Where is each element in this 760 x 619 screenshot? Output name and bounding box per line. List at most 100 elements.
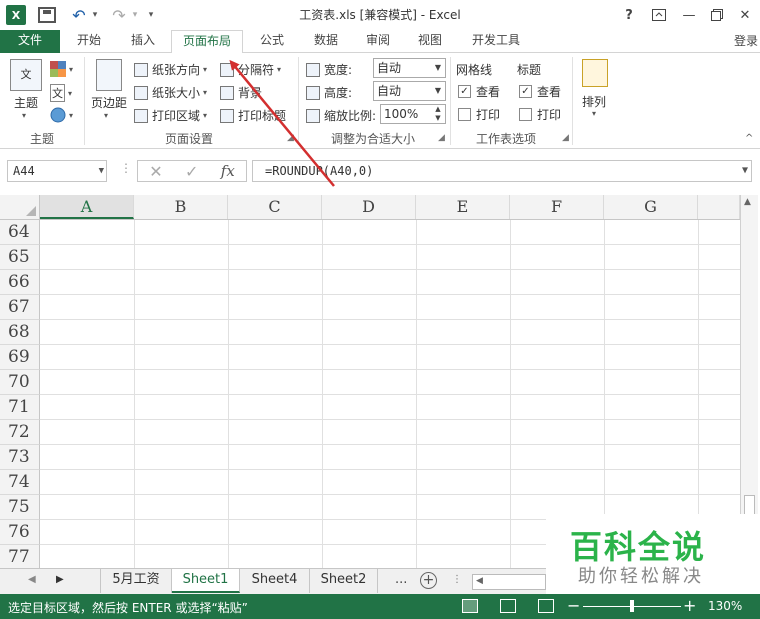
tab-file[interactable]: 文件 <box>0 30 60 53</box>
margins-icon[interactable] <box>96 59 122 91</box>
arrange-dropdown-icon[interactable]: ▾ <box>592 109 596 118</box>
row-header[interactable]: 66 <box>0 270 40 295</box>
row-header[interactable]: 74 <box>0 470 40 495</box>
maximize-icon[interactable] <box>706 4 728 26</box>
print-titles-label: 打印标题 <box>238 109 287 123</box>
row-header[interactable]: 77 <box>0 545 40 568</box>
expand-formula-icon[interactable]: ▼ <box>742 161 748 181</box>
row-header[interactable]: 68 <box>0 320 40 345</box>
tab-data[interactable]: 数据 <box>302 30 350 53</box>
sheet-options-launcher-icon[interactable]: ◢ <box>562 133 569 143</box>
row-header[interactable]: 69 <box>0 345 40 370</box>
help-button[interactable]: ? <box>618 4 640 26</box>
column-header-h-partial[interactable] <box>698 195 740 219</box>
tab-review[interactable]: 审阅 <box>354 30 402 53</box>
margins-button[interactable]: 页边距 <box>91 94 127 111</box>
zoom-level[interactable]: 130% <box>708 599 742 613</box>
formula-input[interactable]: =ROUNDUP(A40,0) ▼ <box>252 160 752 182</box>
scroll-left-icon[interactable]: ◀ <box>476 576 483 586</box>
scroll-up-icon[interactable]: ▲ <box>744 197 751 207</box>
theme-effects-button[interactable]: ▾ <box>50 107 73 123</box>
sheet-tab-sheet4[interactable]: Sheet4 <box>240 569 310 593</box>
tab-insert[interactable]: 插入 <box>118 30 168 53</box>
select-all-corner[interactable] <box>0 195 40 219</box>
zoom-slider-thumb[interactable] <box>630 600 634 612</box>
horizontal-scrollbar[interactable]: ◀ <box>472 574 546 590</box>
zoom-in-icon[interactable]: + <box>683 596 696 615</box>
row-header[interactable]: 70 <box>0 370 40 395</box>
scale-spin-icon[interactable]: ▲ ▼ <box>431 105 445 123</box>
page-layout-view-icon[interactable] <box>500 599 516 613</box>
print-titles-button[interactable]: 打印标题 <box>220 107 286 124</box>
scale-fit-launcher-icon[interactable]: ◢ <box>438 133 445 143</box>
enter-icon[interactable]: ✓ <box>185 162 198 181</box>
row-header[interactable]: 65 <box>0 245 40 270</box>
sheet-tab-may-salary[interactable]: 5月工资 <box>100 569 172 593</box>
tab-home[interactable]: 开始 <box>64 30 114 53</box>
tab-split-grip-icon[interactable]: ⋮ <box>452 574 462 585</box>
theme-colors-button[interactable]: ▾ <box>50 61 73 77</box>
column-header-b[interactable]: B <box>134 195 228 219</box>
more-sheets-button[interactable]: ... <box>395 572 407 587</box>
name-box[interactable]: A44 ▼ <box>7 160 107 182</box>
headings-print-checkbox[interactable]: 打印 <box>519 106 561 123</box>
themes-dropdown-icon[interactable]: ▾ <box>22 111 26 120</box>
column-header-f[interactable]: F <box>510 195 604 219</box>
row-header[interactable]: 75 <box>0 495 40 520</box>
row-header[interactable]: 73 <box>0 445 40 470</box>
arrange-icon[interactable] <box>582 59 608 87</box>
tab-view[interactable]: 视图 <box>406 30 454 53</box>
row-header[interactable]: 72 <box>0 420 40 445</box>
size-button[interactable]: 纸张大小 ▾ <box>134 84 207 101</box>
zoom-out-icon[interactable]: − <box>567 596 580 615</box>
name-box-dropdown-icon[interactable]: ▼ <box>99 161 104 181</box>
tab-page-layout[interactable]: 页面布局 <box>171 30 243 54</box>
row-header[interactable]: 76 <box>0 520 40 545</box>
sheet-tab-sheet2[interactable]: Sheet2 <box>310 569 378 593</box>
row-header[interactable]: 67 <box>0 295 40 320</box>
vertical-scrollbar[interactable]: ▲ ▼ <box>740 195 758 568</box>
ribbon-display-icon[interactable] <box>648 4 670 26</box>
breaks-button[interactable]: 分隔符 ▾ <box>220 61 281 78</box>
width-dropdown-icon[interactable]: ▼ <box>431 59 445 77</box>
normal-view-icon[interactable] <box>462 599 478 613</box>
column-header-e[interactable]: E <box>416 195 510 219</box>
headings-view-checkbox[interactable]: ✓ 查看 <box>519 83 561 100</box>
row-header[interactable]: 64 <box>0 220 40 245</box>
height-select[interactable]: 自动 ▼ <box>373 81 446 101</box>
column-header-a[interactable]: A <box>40 195 134 219</box>
collapse-ribbon-icon[interactable]: ^ <box>745 133 753 144</box>
insert-function-icon[interactable]: fx <box>221 162 235 180</box>
minimize-icon[interactable]: — <box>678 4 700 26</box>
sheet-next-icon[interactable]: ▶ <box>56 574 64 585</box>
gridlines-view-checkbox[interactable]: ✓ 查看 <box>458 83 500 100</box>
themes-button[interactable]: 主题 <box>14 94 38 111</box>
add-sheet-icon[interactable]: + <box>420 572 437 589</box>
width-select[interactable]: 自动 ▼ <box>373 58 446 78</box>
column-header-d[interactable]: D <box>322 195 416 219</box>
orientation-button[interactable]: 纸张方向 ▾ <box>134 61 207 78</box>
themes-icon[interactable]: 文 <box>10 59 42 91</box>
close-icon[interactable]: ✕ <box>734 4 756 26</box>
page-break-view-icon[interactable] <box>538 599 554 613</box>
sheet-prev-icon[interactable]: ◀ <box>28 574 36 585</box>
column-header-c[interactable]: C <box>228 195 322 219</box>
print-area-button[interactable]: 打印区域 ▾ <box>134 107 207 124</box>
background-button[interactable]: 背景 <box>220 84 262 101</box>
theme-fonts-button[interactable]: 文 ▾ <box>50 84 72 102</box>
sheet-tab-sheet1[interactable]: Sheet1 <box>172 569 240 593</box>
height-dropdown-icon[interactable]: ▼ <box>431 82 445 100</box>
row-header[interactable]: 71 <box>0 395 40 420</box>
tab-developer[interactable]: 开发工具 <box>460 30 532 53</box>
orientation-icon <box>134 62 148 77</box>
page-setup-launcher-icon[interactable]: ◢ <box>287 133 294 143</box>
arrange-button[interactable]: 排列 <box>582 93 606 110</box>
column-header-g[interactable]: G <box>604 195 698 219</box>
cancel-icon[interactable]: ✕ <box>149 162 162 181</box>
margins-dropdown-icon[interactable]: ▾ <box>104 111 108 120</box>
tab-formulas[interactable]: 公式 <box>248 30 296 53</box>
scale-spinner[interactable]: 100% ▲ ▼ <box>380 104 446 124</box>
formula-bar-grip-icon[interactable]: ⋮ <box>120 161 132 175</box>
login-link[interactable]: 登录 <box>734 32 758 49</box>
gridlines-print-checkbox[interactable]: 打印 <box>458 106 500 123</box>
